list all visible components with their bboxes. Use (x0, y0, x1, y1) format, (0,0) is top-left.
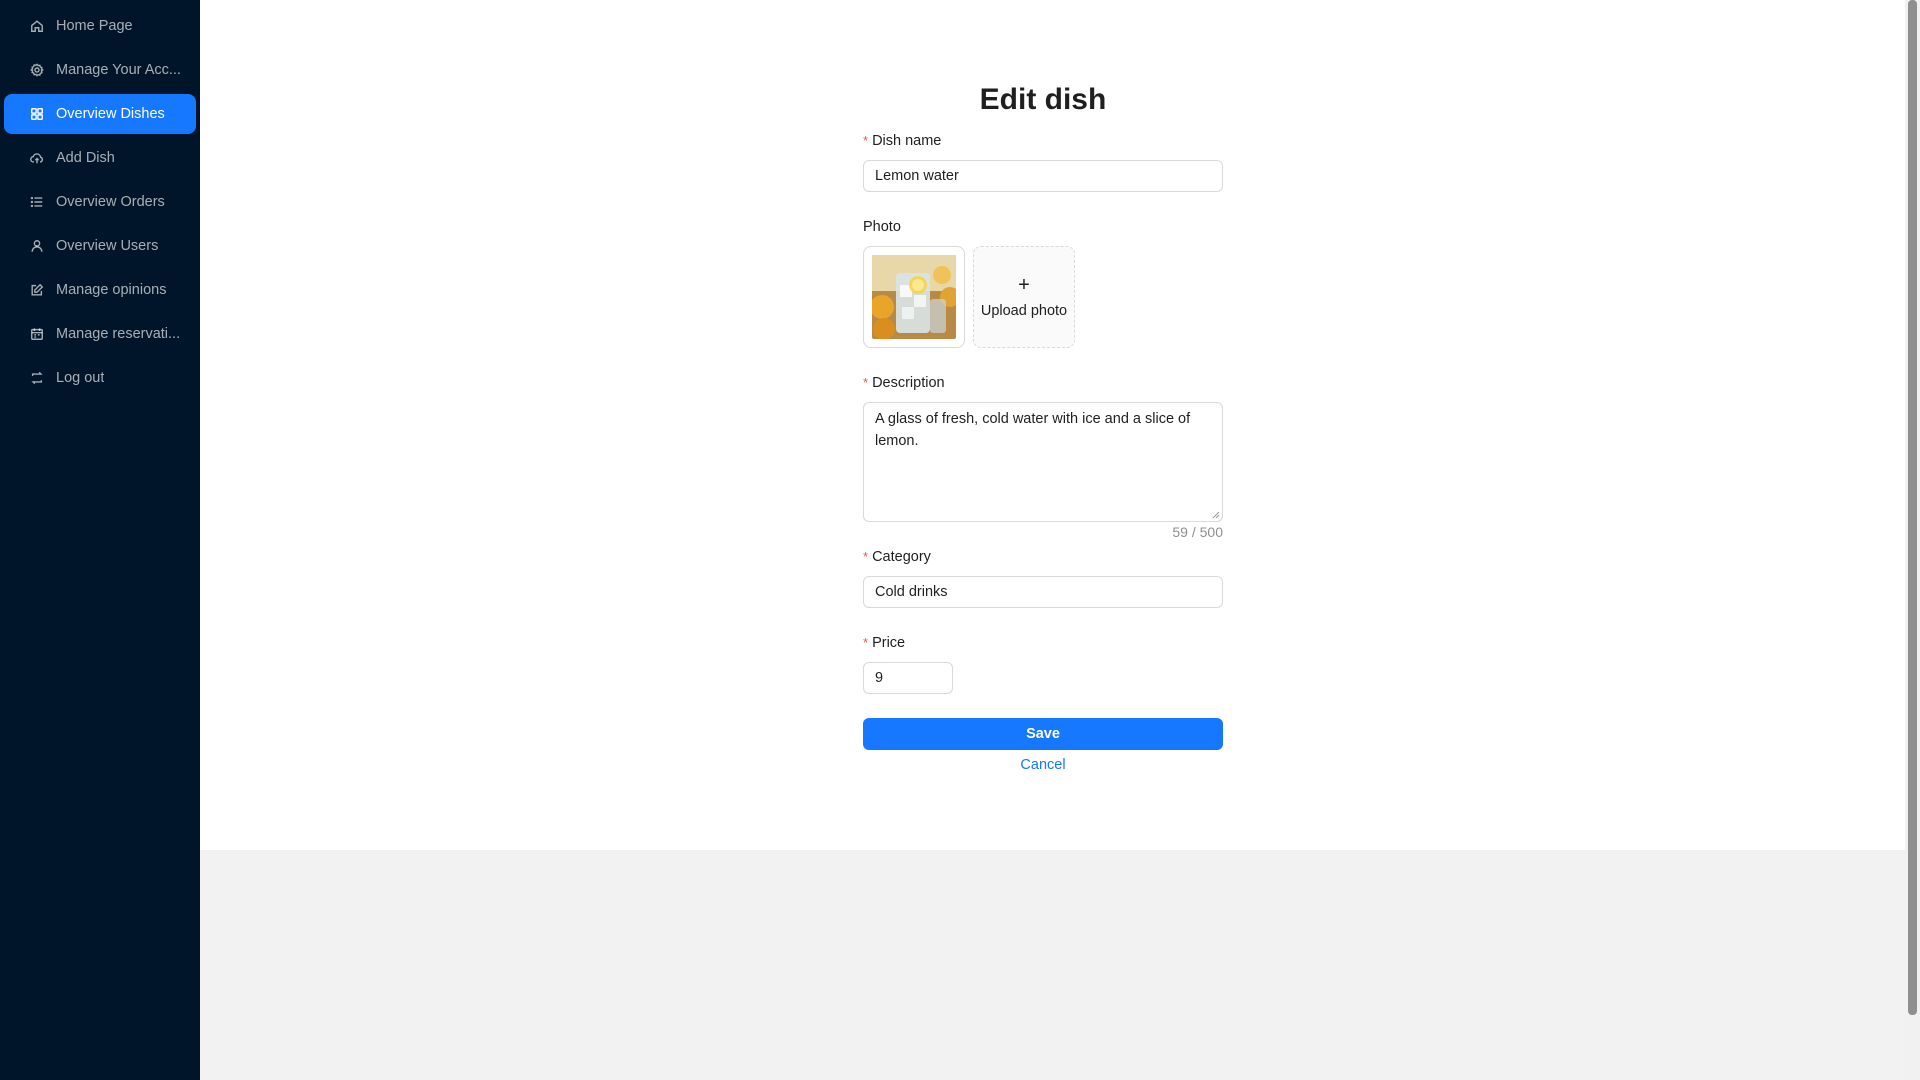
sidebar-item-label: Overview Orders (56, 194, 165, 210)
sidebar-item-label: Manage Your Acc... (56, 62, 181, 78)
gear-icon (28, 61, 46, 79)
photo-label: Photo (863, 219, 901, 235)
edit-icon (28, 281, 46, 299)
sidebar-item-overview-dishes[interactable]: Overview Dishes (4, 94, 196, 134)
description-textarea[interactable]: A glass of fresh, cold water with ice an… (863, 402, 1223, 522)
home-icon (28, 17, 46, 35)
sidebar-item-add-dish[interactable]: Add Dish (4, 138, 196, 178)
sidebar-item-label: Manage opinions (56, 282, 167, 298)
sidebar-item-manage-account[interactable]: Manage Your Acc... (4, 50, 196, 90)
category-label: * Category (863, 546, 1223, 568)
cancel-link[interactable]: Cancel (863, 754, 1223, 776)
cloud-upload-icon (28, 149, 46, 167)
grid-icon (28, 105, 46, 123)
photo-thumbnail[interactable] (863, 246, 965, 348)
category-input[interactable] (863, 576, 1223, 608)
sidebar-item-label: Home Page (56, 18, 133, 34)
description-text: A glass of fresh, cold water with ice an… (875, 411, 1191, 449)
required-marker: * (863, 549, 869, 564)
sidebar-item-manage-opinions[interactable]: Manage opinions (4, 270, 196, 310)
save-button[interactable]: Save (863, 718, 1223, 750)
scrollbar-thumb[interactable] (1908, 0, 1917, 1015)
description-label-text: Description (872, 375, 945, 391)
sidebar-item-label: Manage reservati... (56, 326, 181, 342)
resize-handle-icon[interactable] (1212, 511, 1220, 519)
sidebar-item-manage-reservations[interactable]: Manage reservati... (4, 314, 196, 354)
user-icon (28, 237, 46, 255)
upload-photo-label: Upload photo (980, 303, 1068, 319)
required-marker: * (863, 133, 869, 148)
description-label: * Description (863, 372, 1223, 394)
price-input[interactable] (863, 662, 953, 694)
edit-dish-form: Edit dish *Dish name Photo (863, 80, 1223, 776)
sidebar-item-label: Log out (56, 370, 105, 386)
photo-uploader: + Upload photo (863, 246, 1223, 348)
dish-name-input[interactable] (863, 160, 1223, 192)
list-icon (28, 193, 46, 211)
sidebar-item-overview-users[interactable]: Overview Users (4, 226, 196, 266)
sidebar: Home Page Manage Your Acc... Overview Di… (0, 0, 200, 1080)
calendar-icon (28, 325, 46, 343)
required-marker: * (863, 375, 869, 390)
price-label: * Price (863, 632, 1223, 654)
sidebar-item-overview-orders[interactable]: Overview Orders (4, 182, 196, 222)
description-char-counter: 59 / 500 (1172, 524, 1223, 540)
upload-photo-button[interactable]: + Upload photo (973, 246, 1075, 348)
sidebar-item-log-out[interactable]: Log out (4, 358, 196, 398)
dish-name-label: * Dish name (863, 130, 1223, 152)
price-label-text: Price (872, 635, 906, 651)
required-marker: * (863, 635, 869, 650)
category-label-text: Category (872, 549, 931, 565)
page-title: Edit dish (979, 83, 1107, 116)
sidebar-item-label: Overview Users (56, 238, 159, 254)
sidebar-item-label: Add Dish (56, 150, 115, 166)
dish-name-label-text: Dish name (872, 133, 942, 149)
plus-icon: + (1018, 274, 1030, 296)
lemon-water-photo (870, 255, 960, 340)
sidebar-item-home[interactable]: Home Page (4, 6, 196, 46)
scrollbar[interactable] (1905, 0, 1920, 1080)
logout-icon (28, 369, 46, 387)
sidebar-item-label: Overview Dishes (56, 106, 165, 122)
